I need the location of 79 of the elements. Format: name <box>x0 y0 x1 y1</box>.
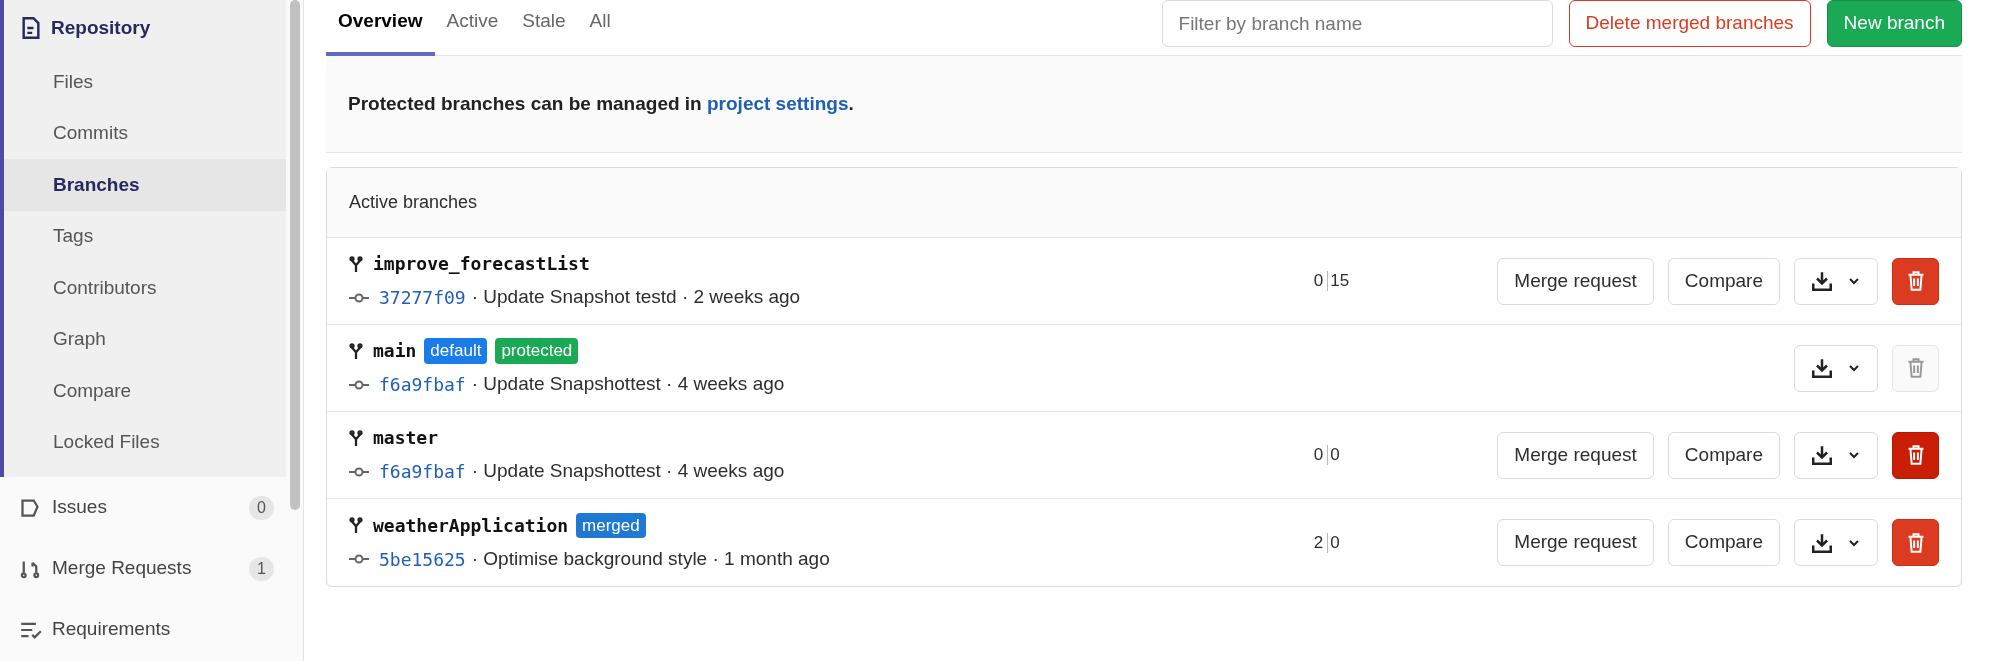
count-badge: 1 <box>249 556 274 581</box>
sidebar-item[interactable]: Merge Requests 1 <box>0 538 286 599</box>
compare-button[interactable]: Compare <box>1667 519 1780 566</box>
branch-name[interactable]: weatherApplication <box>373 511 569 539</box>
sidebar-section-header[interactable]: Repository <box>4 0 286 56</box>
branch-icon <box>349 429 363 446</box>
branch-name[interactable]: master <box>373 424 439 452</box>
sidebar-item[interactable]: Requirements <box>0 599 286 660</box>
branch-icon <box>349 517 363 534</box>
ahead-count: 15 <box>1329 270 1350 293</box>
delete-button[interactable] <box>1892 431 1939 479</box>
card-title: Active branches <box>349 191 478 214</box>
trash-icon <box>1906 358 1925 378</box>
merge-request-button[interactable]: Merge request <box>1497 431 1654 479</box>
commit-hash-link[interactable]: f6a9fbaf <box>379 458 466 485</box>
sidebar-item[interactable]: Tags <box>4 210 286 262</box>
sidebar-item[interactable]: Commits <box>4 107 286 159</box>
download-dropdown-button[interactable] <box>1794 431 1878 479</box>
commit-info: · Update Snapshot testd · 2 weeks ago <box>471 285 801 310</box>
trash-icon <box>1906 532 1925 553</box>
project-settings-link[interactable]: project settings <box>707 92 849 114</box>
branch-icon <box>349 255 363 272</box>
compare-button[interactable]: Compare <box>1667 431 1780 479</box>
sidebar-item[interactable]: Locked Files <box>4 416 286 468</box>
chevron-down-icon <box>1848 451 1860 459</box>
list-check-icon <box>20 620 42 639</box>
chevron-down-icon <box>1848 277 1860 285</box>
download-dropdown-button[interactable] <box>1794 519 1878 566</box>
notice-text: Protected branches can be managed in project settings. <box>348 91 854 116</box>
branch-badge: merged <box>576 512 646 538</box>
ahead-count: 0 <box>1329 444 1340 467</box>
commit-icon <box>349 554 369 564</box>
delete-button[interactable] <box>1892 519 1939 566</box>
chevron-down-icon <box>1848 538 1860 547</box>
tab[interactable]: Stale <box>510 0 578 56</box>
commit-icon <box>349 379 369 390</box>
tab[interactable]: Active <box>434 0 511 56</box>
branch-name[interactable]: improve_forecastList <box>373 250 590 278</box>
behind-count: 0 <box>1312 444 1325 467</box>
delete-button[interactable] <box>1892 257 1939 305</box>
sidebar-item[interactable]: Files <box>4 56 286 108</box>
branch-name[interactable]: main <box>373 337 417 365</box>
branch-badge: protected <box>495 338 579 364</box>
merge-request-button[interactable]: Merge request <box>1497 257 1654 305</box>
download-icon <box>1812 532 1832 553</box>
commit-info: · Update Snapshottest · 4 weeks ago <box>471 459 785 484</box>
chevron-down-icon <box>1848 364 1860 372</box>
tab[interactable]: All <box>577 0 623 56</box>
download-dropdown-button[interactable] <box>1794 257 1878 305</box>
sidebar-item[interactable]: Graph <box>4 313 286 365</box>
sidebar-item[interactable]: Compare <box>4 365 286 417</box>
commit-info: · Update Snapshottest · 4 weeks ago <box>471 372 785 397</box>
commit-hash-link[interactable]: 37277f09 <box>379 284 466 311</box>
merge-request-button[interactable]: Merge request <box>1497 519 1654 566</box>
sidebar-item[interactable]: Contributors <box>4 262 286 314</box>
compare-button[interactable]: Compare <box>1667 257 1780 305</box>
ahead-count: 0 <box>1329 531 1340 554</box>
sidebar-item[interactable]: Branches <box>4 159 286 211</box>
issues-icon <box>20 497 40 518</box>
branch-icon <box>349 342 363 359</box>
behind-count: 0 <box>1312 270 1325 293</box>
commit-icon <box>349 292 369 303</box>
filter-field[interactable]: Filter by branch name <box>1161 0 1553 47</box>
download-icon <box>1812 271 1832 291</box>
commit-icon <box>349 466 369 477</box>
delete-merged-branches-button[interactable]: Delete merged branches <box>1568 0 1811 47</box>
trash-icon <box>1906 271 1925 291</box>
behind-count: 2 <box>1312 531 1325 554</box>
branch-badge: default <box>424 338 488 364</box>
download-icon <box>1812 358 1832 378</box>
sidebar-item[interactable]: Issues 0 <box>0 477 286 538</box>
trash-icon <box>1906 445 1925 465</box>
download-icon <box>1812 445 1832 465</box>
commit-info: · Optimise background style · 1 month ago <box>471 546 830 571</box>
document-icon <box>21 17 41 39</box>
commit-hash-link[interactable]: f6a9fbaf <box>379 371 466 398</box>
commit-hash-link[interactable]: 5be15625 <box>379 545 466 573</box>
count-badge: 0 <box>249 495 274 520</box>
download-dropdown-button[interactable] <box>1794 344 1878 392</box>
